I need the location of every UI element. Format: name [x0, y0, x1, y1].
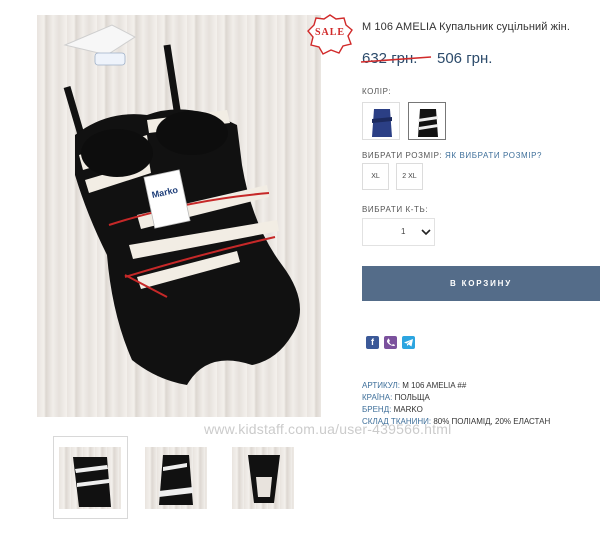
size-label: ВИБРАТИ РОЗМІР: [362, 151, 443, 160]
thumbnail-3[interactable] [232, 447, 294, 509]
viber-icon[interactable] [384, 336, 397, 349]
spec-country-key: КРАЇНА: [362, 393, 393, 402]
spec-country-value: ПОЛЬЩА [392, 393, 430, 402]
thumbnail-2[interactable] [145, 447, 207, 509]
facebook-icon[interactable]: f [366, 336, 379, 349]
swimsuit-illustration: Marko [63, 24, 300, 385]
telegram-icon[interactable] [402, 336, 415, 349]
spec-brand: БРЕНД: MARKO [362, 405, 423, 414]
size-option-2xl[interactable]: 2 XL [396, 163, 423, 190]
color-swatch-navy[interactable] [362, 102, 400, 140]
size-label-row: ВИБРАТИ РОЗМІР: ЯК ВИБРАТИ РОЗМІР? [362, 151, 542, 160]
add-to-cart-button[interactable]: В КОРЗИНУ [362, 266, 600, 301]
product-title: M 106 AMELIA Купальник суцільний жін. [362, 21, 570, 33]
size-guide-link[interactable]: ЯК ВИБРАТИ РОЗМІР? [445, 151, 542, 160]
spec-brand-value: MARKO [391, 405, 423, 414]
quantity-select[interactable]: 1 [362, 218, 435, 246]
price-strikethrough [360, 56, 432, 63]
chevron-down-icon [421, 229, 431, 236]
watermark: www.kidstaff.com.ua/user-439566.html [204, 421, 452, 437]
spec-article-value: M 106 AMELIA ## [400, 381, 467, 390]
sale-badge-label: SALE [314, 27, 346, 38]
quantity-label: ВИБРАТИ К-ТЬ: [362, 205, 429, 214]
spec-article: АРТИКУЛ: M 106 AMELIA ## [362, 381, 466, 390]
spec-country: КРАЇНА: ПОЛЬЩА [362, 393, 430, 402]
size-option-xl[interactable]: XL [362, 163, 389, 190]
spec-article-key: АРТИКУЛ: [362, 381, 400, 390]
color-swatch-black[interactable] [408, 102, 446, 140]
quantity-value: 1 [401, 227, 406, 236]
new-price: 506 грн. [437, 50, 493, 67]
color-label: КОЛІР: [362, 87, 392, 96]
thumbnail-1[interactable] [59, 447, 121, 509]
product-main-image[interactable]: Marko [37, 15, 321, 417]
spec-brand-key: БРЕНД: [362, 405, 392, 414]
sale-badge: SALE [307, 14, 353, 56]
